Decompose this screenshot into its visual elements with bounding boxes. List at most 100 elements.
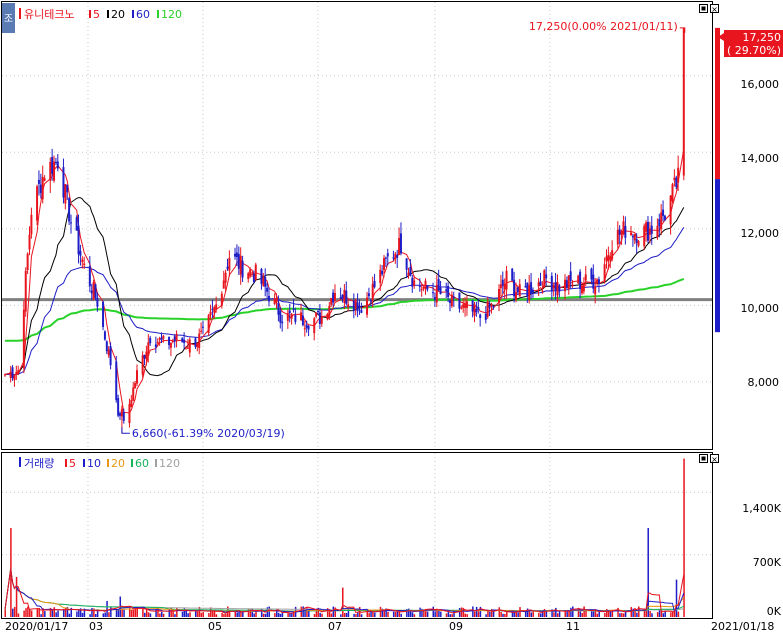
volume-bar [426,611,429,617]
candle-body [577,275,580,284]
candle-body [117,398,120,416]
candle-body [13,375,16,380]
candle-body [175,333,178,341]
candle-body [584,274,587,281]
volume-bar [372,612,374,617]
candle-body [382,258,385,271]
candle-body [119,413,122,416]
volume-bar [464,613,467,617]
candle-body [305,324,308,328]
volume-bar [619,613,621,617]
candle-body [37,179,40,184]
volume-bar [477,611,480,617]
volume-bar [238,612,240,617]
candle-body [188,339,191,353]
candle-body [660,212,663,229]
price-maximize-button[interactable] [699,4,708,13]
candle-body [228,257,231,271]
candle-body [303,328,306,330]
stock-chart: 17,250(0.00% 2021/01/11) 6,660(-61.39% 20… [1,1,783,633]
candle-body [17,370,20,375]
price-legend-20: 20 [111,8,125,21]
volume-bar [330,613,333,617]
volume-bar [12,608,14,617]
candle-body [503,283,506,290]
candle-body [39,184,42,194]
price-legend-60: 60 [136,8,150,21]
candle-body [196,343,199,348]
candle-body [102,301,105,327]
candle-body [128,404,131,424]
volume-bar [340,614,342,617]
candle-body [514,292,517,300]
candle-body [392,257,395,259]
candle-body [424,280,427,289]
candle-body [109,346,112,366]
candle-body [673,177,676,181]
volume-bar [519,607,521,617]
candle-body [239,255,242,275]
candle-body [301,315,304,326]
volume-bar [4,609,6,617]
candle-body [460,307,463,309]
volume-legend-marker [19,457,21,467]
candle-body [26,253,29,270]
current-change: ( 29.70%) [727,44,781,57]
candle-body [317,311,320,313]
candle-body [452,296,455,298]
candle-body [49,162,52,181]
candle-body [511,268,514,281]
price-panel-frame [1,1,713,450]
volume-bar [432,606,435,617]
volume-bar [528,611,531,617]
volume-bar [392,611,395,617]
candle-body [267,295,270,302]
volume-maximize-button[interactable] [699,454,708,463]
volume-bar [128,606,131,617]
x-tick-label: 03 [89,620,103,633]
candle-body [569,271,572,281]
price-close-button[interactable]: × [710,4,719,15]
volume-bar [374,612,376,617]
volume-bar [215,614,218,617]
candle-body [643,225,646,247]
volume-bar [236,612,238,617]
candle-body [160,337,163,341]
candle-body [490,304,493,307]
candle-body [64,184,67,204]
candle-body [465,301,468,308]
candle-body [411,277,414,287]
candle-body [486,301,489,317]
volume-bar [221,612,223,617]
candle-body [43,178,46,181]
volume-tick-label: 1,400K [742,502,781,515]
price-legend-5: 5 [93,8,100,21]
candle-body [241,260,244,278]
volume-close-button[interactable]: × [710,454,719,465]
candle-body [330,297,333,305]
candle-body [141,355,144,375]
candle-body [648,228,651,235]
volume-bar [89,614,91,617]
volume-bar [400,613,402,617]
volume-bar [123,609,125,617]
volume-bar [253,613,255,617]
candle-body [279,310,282,323]
volume-bar [95,614,97,617]
candle-body [288,310,291,314]
candle-body [347,304,350,308]
volume-bar [530,612,533,617]
candle-body [158,338,161,340]
price-legend-name: 유니테크노 [24,8,75,21]
candle-body [356,302,359,312]
volume-bar [132,609,135,617]
candle-body [373,280,376,288]
candle-body [62,167,65,198]
price-tick-label: 16,000 [741,78,780,91]
candle-body [516,287,519,293]
candle-body [77,225,80,255]
candle-body [435,284,438,303]
volume-bar [159,613,161,617]
candle-body [154,344,157,348]
volume-bar [306,606,308,617]
